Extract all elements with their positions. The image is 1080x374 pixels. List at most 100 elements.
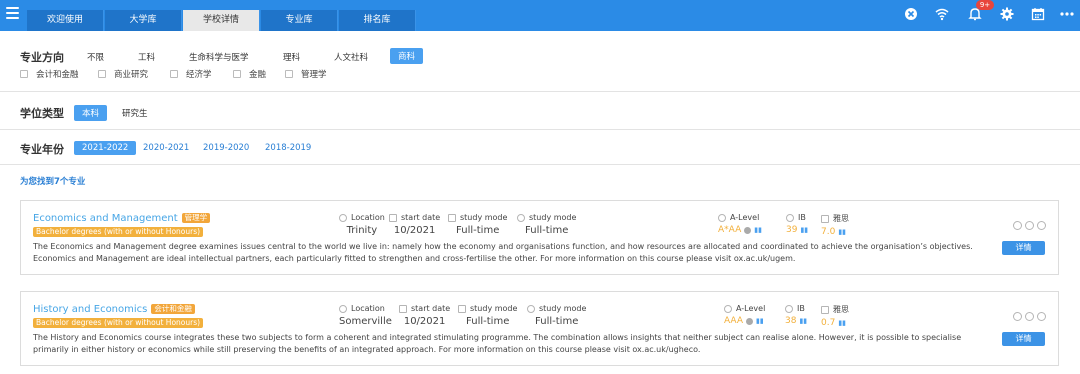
bar-chart-icon[interactable]: ▮▮	[799, 317, 807, 325]
course-title[interactable]: History and Economics	[33, 304, 147, 315]
year-option-2020-2021[interactable]: 2020-2021	[143, 143, 189, 153]
clock-icon[interactable]	[1037, 221, 1046, 230]
gear-icon[interactable]	[999, 6, 1015, 22]
course-card: History and Economics 会计和金融 Bachelor degr…	[20, 291, 1059, 366]
document-icon	[821, 305, 829, 314]
location-field: Location Somerville	[339, 304, 392, 327]
close-circle-icon[interactable]	[903, 6, 919, 22]
subject-checkbox-finance[interactable]: 金融	[233, 68, 266, 80]
year-option-2021-2022[interactable]: 2021-2022	[74, 141, 137, 155]
link-icon[interactable]	[1025, 221, 1034, 230]
study-mode-field: study mode Full-time	[458, 304, 517, 327]
start-date-value: 10/2021	[403, 316, 446, 327]
ib-field: IB 39 ▮▮	[786, 213, 809, 235]
alevel-icon	[718, 213, 726, 222]
subject-checkbox-economics[interactable]: 经济学	[170, 68, 212, 80]
ib-icon	[786, 213, 794, 222]
divider	[0, 129, 1080, 130]
home-icon[interactable]	[1013, 221, 1022, 230]
checkbox-icon[interactable]	[20, 70, 28, 78]
start-date-value: 10/2021	[393, 225, 436, 236]
tab-major-library[interactable]: 专业库	[261, 10, 338, 31]
details-button[interactable]: 详情	[1002, 332, 1045, 346]
bar-chart-icon[interactable]: ▮▮	[800, 226, 808, 234]
checkbox-icon[interactable]	[233, 70, 241, 78]
direction-option-any[interactable]: 不限	[87, 51, 104, 63]
card-action-icons	[1013, 312, 1046, 321]
ib-field: IB 38 ▮▮	[785, 304, 808, 326]
ib-icon	[785, 304, 793, 313]
bar-chart-icon[interactable]: ▮▮	[756, 317, 764, 325]
subject-tag: 管理学	[181, 213, 211, 223]
direction-option-life-science[interactable]: 生命科学与医学	[189, 51, 249, 63]
year-option-2018-2019[interactable]: 2018-2019	[265, 143, 311, 153]
hamburger-icon[interactable]	[6, 7, 19, 19]
location-pin-icon	[339, 213, 347, 222]
clock-icon[interactable]	[1037, 312, 1046, 321]
details-button[interactable]: 详情	[1002, 241, 1045, 255]
study-mode-field: study mode Full-time	[527, 304, 586, 327]
top-bar: 欢迎使用 大学库 学校详情 专业库 排名库 9+	[0, 0, 1080, 31]
tab-school-details[interactable]: 学校详情	[183, 10, 260, 31]
course-card: Economics and Management 管理学 Bachelor deg…	[20, 200, 1059, 275]
ielts-value: 0.7	[821, 318, 836, 328]
checkbox-icon[interactable]	[285, 70, 293, 78]
study-mode-icon	[458, 304, 466, 313]
more-icon[interactable]	[1059, 6, 1075, 22]
year-option-2019-2020[interactable]: 2019-2020	[203, 143, 249, 153]
start-date-field: start date 10/2021	[399, 304, 450, 327]
tab-ranking-library[interactable]: 排名库	[339, 10, 416, 31]
ib-value: 38	[785, 316, 797, 326]
study-mode-value: Full-time	[535, 316, 579, 327]
course-title-row: Economics and Management 管理学	[33, 213, 211, 224]
calendar-icon[interactable]	[1030, 6, 1046, 22]
subject-tag: 会计和金融	[151, 304, 195, 314]
location-value: Somerville	[339, 316, 392, 327]
calendar-icon	[389, 213, 397, 222]
study-mode-value: Full-time	[525, 225, 569, 236]
ielts-field: 雅思 7.0 ▮▮	[821, 214, 849, 237]
course-description: The Economics and Management degree exam…	[33, 242, 973, 263]
checkbox-icon[interactable]	[98, 70, 106, 78]
course-description: The History and Economics course integra…	[33, 333, 962, 354]
wifi-icon[interactable]	[934, 6, 950, 22]
direction-option-humanities[interactable]: 人文社科	[334, 51, 368, 63]
study-mode-field: study mode Full-time	[448, 213, 507, 236]
notification-badge: 9+	[976, 0, 994, 10]
course-title-row: History and Economics 会计和金融	[33, 304, 195, 315]
study-mode-value: Full-time	[466, 316, 510, 327]
clock-icon	[517, 213, 525, 222]
degree-tag: Bachelor degrees (with or without Honour…	[33, 227, 204, 237]
subject-checkbox-business-studies[interactable]: 商业研究	[98, 68, 148, 80]
info-dot-icon	[745, 317, 753, 325]
tab-university-library[interactable]: 大学库	[105, 10, 182, 31]
checkbox-icon[interactable]	[170, 70, 178, 78]
course-title[interactable]: Economics and Management	[33, 213, 178, 224]
bar-chart-icon[interactable]: ▮▮	[838, 319, 846, 327]
location-field: Location Trinity	[339, 213, 385, 236]
alevel-field: A-Level A*AA ▮▮	[718, 213, 762, 235]
tab-welcome[interactable]: 欢迎使用	[27, 10, 104, 31]
subject-checkbox-accounting[interactable]: 会计和金融	[20, 68, 79, 80]
divider	[0, 91, 1080, 92]
direction-option-engineering[interactable]: 工科	[138, 51, 155, 63]
clock-icon	[527, 304, 535, 313]
location-pin-icon	[339, 304, 347, 313]
link-icon[interactable]	[1025, 312, 1034, 321]
degree-tag: Bachelor degrees (with or without Honour…	[33, 318, 204, 328]
location-value: Trinity	[346, 225, 378, 236]
bar-chart-icon[interactable]: ▮▮	[754, 226, 762, 234]
direction-option-science[interactable]: 理科	[283, 51, 300, 63]
subject-checkbox-management[interactable]: 管理学	[285, 68, 327, 80]
card-action-icons	[1013, 221, 1046, 230]
info-dot-icon	[744, 226, 752, 234]
degree-option-undergraduate[interactable]: 本科	[74, 105, 108, 121]
study-mode-value: Full-time	[456, 225, 500, 236]
study-mode-field: study mode Full-time	[517, 213, 576, 236]
degree-option-postgraduate[interactable]: 研究生	[122, 107, 148, 119]
bar-chart-icon[interactable]: ▮▮	[838, 228, 846, 236]
start-date-field: start date 10/2021	[389, 213, 440, 236]
home-icon[interactable]	[1013, 312, 1022, 321]
direction-option-business[interactable]: 商科	[390, 48, 424, 64]
ielts-value: 7.0	[821, 227, 836, 237]
